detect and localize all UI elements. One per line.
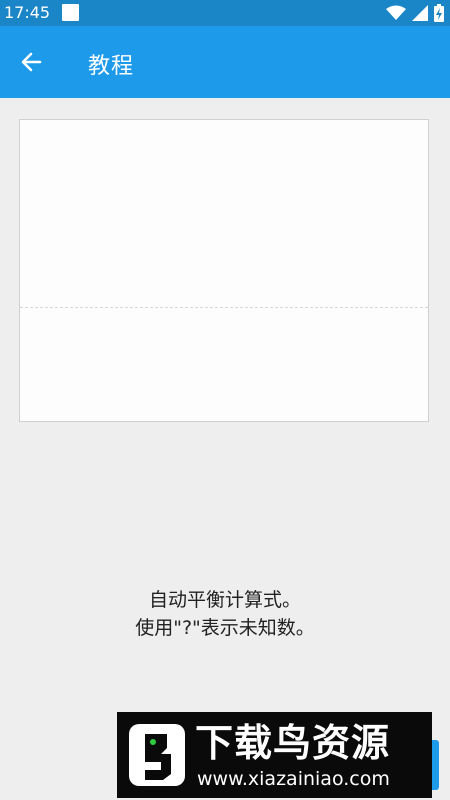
bird-logo-icon [129, 724, 185, 786]
signal-icon [412, 5, 428, 21]
status-icons [386, 3, 444, 23]
page-title: 教程 [88, 54, 135, 79]
app-notification-icon [62, 4, 79, 21]
status-time: 17:45 [4, 3, 51, 22]
arrow-left-icon [21, 52, 42, 72]
watermark: 下载鸟资源 www.xiazainiao.com [117, 712, 432, 798]
watermark-title: 下载鸟资源 [195, 721, 391, 765]
app-bar: 教程 [0, 26, 450, 98]
tutorial-text-line-2: 使用"?"表示未知数。 [135, 617, 315, 639]
back-button[interactable] [10, 40, 54, 84]
canvas-divider [20, 307, 428, 308]
status-bar: 17:45 [0, 0, 450, 26]
watermark-url: www.xiazainiao.com [197, 768, 390, 790]
tutorial-canvas[interactable] [19, 119, 429, 422]
wifi-icon [386, 5, 406, 20]
tutorial-text-line-1: 自动平衡计算式。 [148, 589, 301, 611]
battery-charging-icon [434, 4, 444, 22]
